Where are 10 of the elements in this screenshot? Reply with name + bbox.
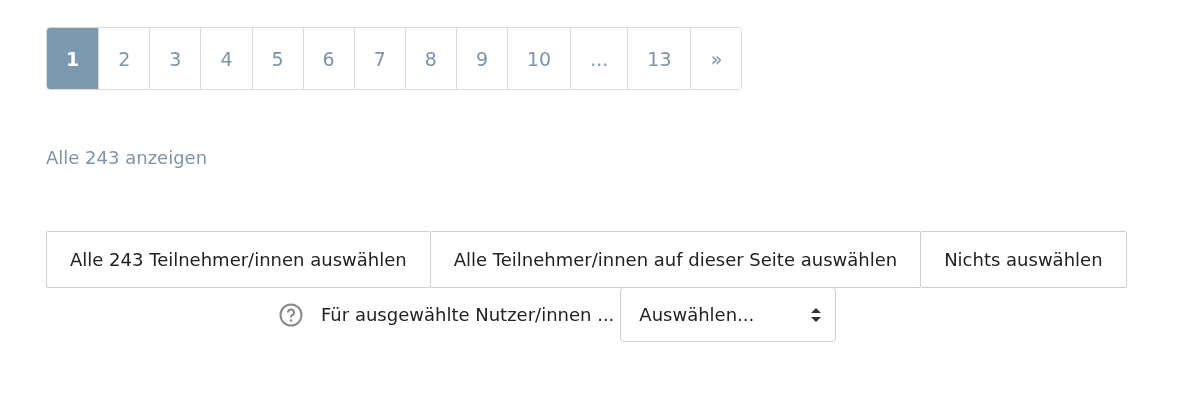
show-all-link[interactable]: Alle 243 anzeigen <box>46 147 208 168</box>
page-link[interactable]: 1 <box>47 28 99 89</box>
bulk-action-label: Für ausgewählte Nutzer/innen ... <box>321 304 615 325</box>
help-icon[interactable] <box>279 302 303 327</box>
select-button[interactable]: Nichts auswählen <box>920 231 1127 288</box>
sort-caret-icon <box>811 307 822 322</box>
select-button[interactable]: Alle 243 Teilnehmer/innen auswählen <box>46 231 431 288</box>
action-select[interactable]: Auswählen... <box>620 287 837 342</box>
select-button[interactable]: Alle Teilnehmer/innen auf dieser Seite auswählen <box>429 231 922 288</box>
page-link[interactable]: » <box>690 28 742 89</box>
